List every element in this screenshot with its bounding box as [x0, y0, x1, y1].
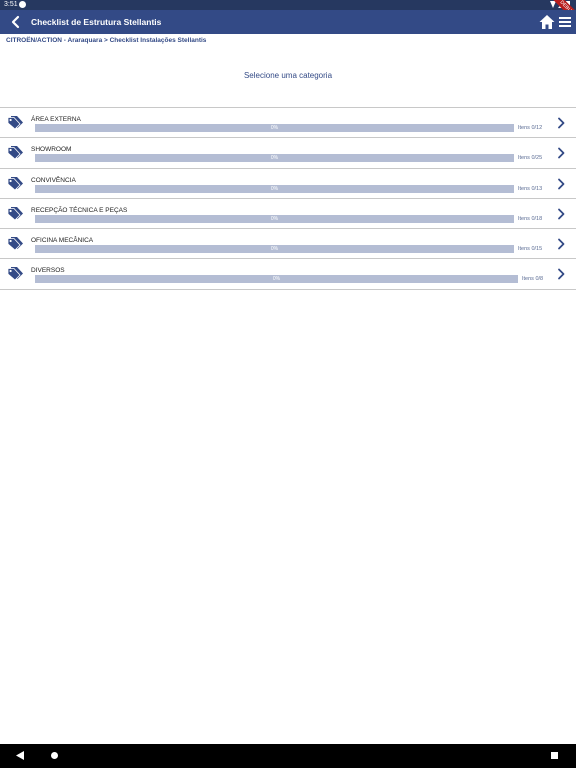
category-name: RECEPÇÃO TÉCNICA E PEÇAS	[31, 206, 128, 214]
page-title: Checklist de Estrutura Stellantis	[31, 17, 162, 27]
category-name: OFICINA MECÂNICA	[31, 237, 94, 245]
category-name: DIVERSOS	[31, 267, 65, 275]
chevron-right-icon	[558, 269, 565, 280]
progress-percent: 0%	[272, 276, 281, 283]
category-name: CONVIVÊNCIA	[31, 176, 76, 184]
category-row[interactable]: SHOWROOM 0% Itens 0/25	[0, 138, 576, 169]
category-item-count: Itens 0/8	[522, 276, 544, 283]
nav-recents-icon[interactable]	[551, 752, 558, 759]
category-list: ÁREA EXTERNA 0% Itens 0/12 SHOWROOM 0% I…	[0, 107, 576, 290]
chevron-right-icon	[558, 178, 565, 189]
progress-percent: 0%	[270, 125, 279, 131]
arrow-back-icon	[11, 15, 20, 29]
chevron-right-icon	[558, 117, 565, 129]
category-row[interactable]: RECEPÇÃO TÉCNICA E PEÇAS 0% Itens 0/18	[0, 199, 576, 230]
category-name: ÁREA EXTERNA	[31, 116, 81, 123]
tag-icon	[7, 206, 23, 221]
category-item-count: Itens 0/13	[518, 185, 543, 192]
system-nav-bar	[0, 744, 576, 768]
tag-icon	[7, 176, 23, 191]
tag-icon	[7, 146, 23, 160]
menu-button[interactable]	[557, 13, 573, 31]
category-row[interactable]: DIVERSOS 0% Itens 0/8	[0, 259, 576, 290]
category-name: SHOWROOM	[31, 146, 72, 154]
progress-percent: 0%	[270, 185, 279, 192]
chevron-right-icon	[558, 238, 565, 250]
category-progress-bar: 0%	[35, 245, 514, 254]
category-progress-bar: 0%	[35, 275, 518, 284]
chevron-right-icon	[558, 147, 565, 159]
chevron-right-icon	[558, 208, 565, 220]
menu-icon	[559, 17, 571, 27]
category-row[interactable]: ÁREA EXTERNA 0% Itens 0/12	[0, 108, 576, 139]
category-progress-bar: 0%	[35, 214, 514, 223]
progress-percent: 0%	[270, 215, 279, 222]
status-time: 3:51	[4, 1, 18, 8]
category-item-count: Itens 0/18	[518, 215, 543, 222]
category-progress-bar: 0%	[35, 184, 514, 193]
tag-icon	[7, 116, 23, 130]
progress-percent: 0%	[270, 155, 279, 162]
status-bar: 3:51 DEBUG	[0, 0, 576, 28]
tag-icon	[7, 267, 23, 282]
nav-home-icon[interactable]	[51, 752, 58, 759]
category-item-count: Itens 0/12	[518, 125, 543, 131]
home-button[interactable]	[538, 13, 556, 31]
category-row[interactable]: OFICINA MECÂNICA 0% Itens 0/15	[0, 229, 576, 260]
progress-percent: 0%	[270, 246, 279, 253]
category-prompt: Selecione uma categoria	[243, 71, 333, 80]
category-row[interactable]: CONVIVÊNCIA 0% Itens 0/13	[0, 169, 576, 199]
breadcrumb: CITROËN/ACTION - Araraquara > Checklist …	[6, 37, 207, 44]
tag-icon	[7, 237, 23, 251]
app-notification-icon	[19, 1, 26, 8]
category-item-count: Itens 0/25	[518, 155, 543, 162]
nav-back-icon[interactable]	[16, 751, 24, 760]
category-progress-bar: 0%	[35, 124, 514, 132]
category-progress-bar: 0%	[35, 154, 514, 163]
back-button[interactable]	[6, 12, 26, 32]
home-icon	[539, 15, 555, 29]
category-item-count: Itens 0/15	[518, 246, 543, 253]
app-bar: Checklist de Estrutura Stellantis	[0, 10, 576, 34]
